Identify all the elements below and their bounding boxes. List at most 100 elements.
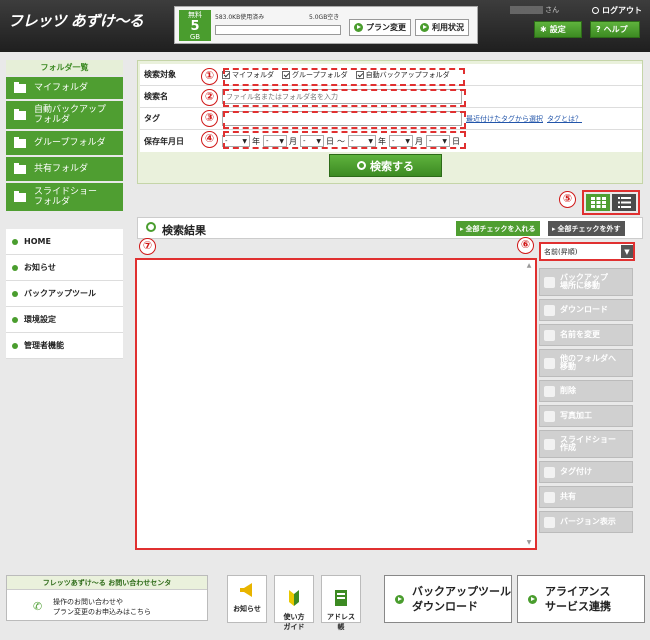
sidebar-item-auto-backup-folder[interactable]: 自動バックアップ フォルダ	[6, 99, 123, 129]
tag-button[interactable]: タグ付け	[539, 461, 633, 483]
backup-tool-download-button[interactable]: バックアップツール ダウンロード	[384, 575, 512, 623]
checkbox-checked-icon[interactable]	[282, 70, 290, 79]
gear-icon: ✱	[540, 25, 547, 34]
version-button[interactable]: バージョン表示	[539, 511, 633, 533]
move-to-other-folder-button[interactable]: 他のフォルダへ 移動	[539, 349, 633, 377]
settings-button[interactable]: ✱ 設定	[534, 21, 582, 38]
menu-item-home[interactable]: HOME	[6, 229, 123, 255]
delete-button[interactable]: 削除	[539, 380, 633, 402]
results-scrollbar[interactable]: ▲ ▼	[525, 262, 533, 546]
checkbox-checked-icon[interactable]	[222, 70, 230, 79]
contact-center[interactable]: フレッツあずけ〜る お問い合わせセンタ ✆ 操作のお問い合わせや プラン変更のお…	[6, 575, 208, 621]
alliance-service-button[interactable]: アライアンス サービス連携	[517, 575, 645, 623]
chevron-down-icon: ▼	[405, 137, 410, 145]
menu-item-news[interactable]: お知らせ	[6, 255, 123, 281]
logout-link[interactable]: ログアウト	[592, 5, 642, 16]
sidebar-item-shared-folder[interactable]: 共有フォルダ	[6, 155, 123, 181]
option-auto-backup-folder[interactable]: 自動バックアップフォルダ	[355, 70, 450, 80]
help-button[interactable]: ? ヘルプ	[590, 21, 640, 38]
option-group-folder[interactable]: グループフォルダ	[282, 70, 348, 80]
usage-guide-button[interactable]: 使い方 ガイド	[274, 575, 314, 631]
version-icon	[544, 516, 555, 528]
checkbox-checked-icon[interactable]	[355, 70, 364, 79]
folder-icon	[14, 190, 26, 202]
grid-view-button[interactable]	[586, 194, 610, 211]
plan-size: 5	[190, 19, 200, 34]
to-year-select[interactable]: - ▼	[348, 135, 376, 147]
bullet-icon	[12, 264, 18, 271]
folder-list: フォルダ一覧 マイフォルダ 自動バックアップ フォルダ グループフォルダ 共有フ…	[6, 60, 123, 211]
folder-icon	[14, 81, 26, 93]
option-my-folder[interactable]: マイフォルダ	[222, 70, 274, 80]
phone-icon: ✆	[33, 600, 43, 613]
folder-list-title: フォルダ一覧	[6, 60, 123, 75]
scroll-down-icon[interactable]: ▼	[525, 539, 533, 546]
annotation-number-5: ⑤	[559, 191, 576, 208]
share-button[interactable]: 共有	[539, 486, 633, 508]
plan-badge: 無料 5 GB	[179, 10, 211, 41]
view-toggle	[582, 190, 640, 215]
from-month-select[interactable]: - ▼	[263, 135, 287, 147]
to-month-select[interactable]: - ▼	[389, 135, 413, 147]
tag-icon	[544, 466, 555, 478]
search-button[interactable]: 検索する	[329, 154, 442, 177]
to-day-select[interactable]: - ▼	[426, 135, 450, 147]
menu-item-environment-settings[interactable]: 環境設定	[6, 307, 123, 333]
list-icon	[617, 197, 631, 208]
annotation-number-3: ③	[201, 110, 218, 127]
user-name: xxxxxxxx さん	[510, 6, 560, 14]
what-is-tag-link[interactable]: タグとは？	[547, 114, 582, 124]
address-book-button[interactable]: アドレス 帳	[321, 575, 361, 631]
rename-button[interactable]: 名前を変更	[539, 324, 633, 346]
slideshow-icon	[544, 438, 555, 450]
menu-item-admin[interactable]: 管理者機能	[6, 333, 123, 359]
from-year-select[interactable]: - ▼	[222, 135, 250, 147]
question-icon: ?	[596, 25, 601, 34]
uncheck-all-button[interactable]: ▸ 全部チェックを外す	[548, 221, 625, 236]
plan-change-button[interactable]: プラン変更	[349, 19, 411, 36]
folder-icon	[14, 162, 26, 174]
from-day-select[interactable]: - ▼	[300, 135, 324, 147]
sidebar-item-my-folder[interactable]: マイフォルダ	[6, 75, 123, 99]
sort-select[interactable]: 名前(昇順) ▼	[539, 242, 635, 261]
free-text: 5.0GB空き	[309, 14, 340, 21]
contact-text: 操作のお問い合わせや プラン変更のお申込みはこちら	[53, 598, 151, 616]
annotation-number-1: ①	[201, 68, 218, 85]
usage-status-button[interactable]: 利用状況	[415, 19, 469, 36]
logo[interactable]: フレッツ あずけ〜る	[8, 10, 144, 31]
storage-usage-panel: 無料 5 GB 583.0KB使用済み 5.0GB空き プラン変更 利用状況	[174, 6, 478, 44]
sidebar-item-group-folder[interactable]: グループフォルダ	[6, 129, 123, 155]
annotation-number-2: ②	[201, 89, 218, 106]
trash-icon	[544, 385, 555, 397]
search-name-input[interactable]	[222, 89, 462, 104]
move-to-backup-location-button[interactable]: バックアップ 場所に移動	[539, 268, 633, 296]
check-all-button[interactable]: ▸ 全部チェックを入れる	[456, 221, 540, 236]
annotation-number-6: ⑥	[517, 237, 534, 254]
recent-tags-link[interactable]: 最近付けたタグから選択	[466, 114, 543, 124]
news-guide-button[interactable]: お知らせ	[227, 575, 267, 623]
magnifier-icon	[146, 222, 156, 232]
sidebar-menu: HOME お知らせ バックアップツール 環境設定 管理者機能	[6, 229, 123, 359]
megaphone-icon	[240, 583, 252, 597]
menu-item-backup-tool[interactable]: バックアップツール	[6, 281, 123, 307]
arrow-icon	[354, 23, 363, 32]
results-area[interactable]: ▲ ▼	[135, 258, 537, 550]
photo-edit-button[interactable]: 写真加工	[539, 405, 633, 427]
bullet-icon	[12, 342, 18, 349]
chevron-down-icon: ▼	[368, 137, 373, 145]
chevron-down-icon: ▼	[621, 245, 633, 258]
power-icon	[592, 7, 599, 14]
plan-unit: GB	[189, 33, 201, 41]
sidebar-item-slideshow-folder[interactable]: スライドショー フォルダ	[6, 181, 123, 211]
download-button[interactable]: ダウンロード	[539, 299, 633, 321]
create-slideshow-button[interactable]: スライドショー 作成	[539, 430, 633, 458]
action-panel: バックアップ 場所に移動 ダウンロード 名前を変更 他のフォルダへ 移動 削除 …	[539, 268, 633, 536]
header: フレッツ あずけ〜る 無料 5 GB 583.0KB使用済み 5.0GB空き プ…	[0, 0, 650, 52]
magnifier-icon	[357, 161, 366, 170]
list-view-button[interactable]	[612, 194, 636, 211]
chevron-down-icon: ▼	[442, 137, 447, 145]
used-text: 583.0KB使用済み	[215, 14, 265, 21]
plan-label: 無料	[188, 11, 202, 19]
scroll-up-icon[interactable]: ▲	[525, 262, 533, 269]
tag-input[interactable]	[222, 111, 462, 126]
